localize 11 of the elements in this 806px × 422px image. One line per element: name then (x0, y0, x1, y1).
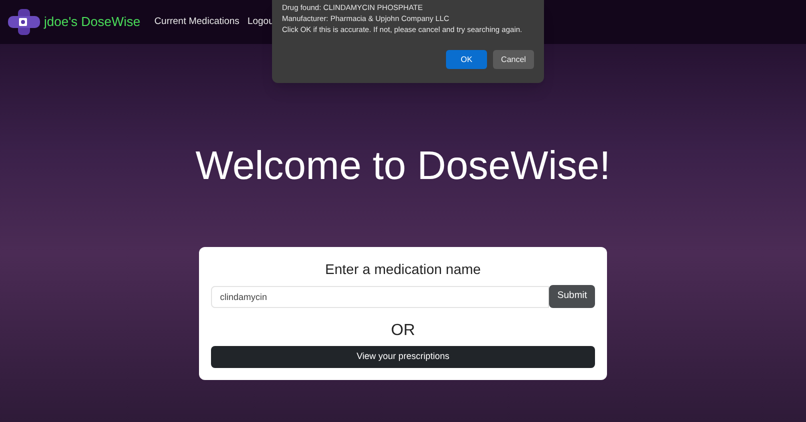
ok-button[interactable]: OK (446, 50, 487, 69)
card-heading: Enter a medication name (325, 260, 481, 279)
view-prescriptions-button[interactable]: View your prescriptions (211, 346, 595, 368)
medication-search-field[interactable]: clindamycin (211, 286, 550, 308)
welcome-heading: Welcome to DoseWise! (196, 143, 610, 190)
cancel-button[interactable]: Cancel (493, 50, 534, 69)
or-divider-text: OR (391, 321, 415, 341)
brand-link[interactable]: jdoe's DoseWise (44, 12, 140, 32)
submit-button[interactable]: Submit (549, 285, 595, 308)
nav-link[interactable]: Current Medications (154, 14, 240, 30)
medical-cross-icon (8, 9, 40, 35)
